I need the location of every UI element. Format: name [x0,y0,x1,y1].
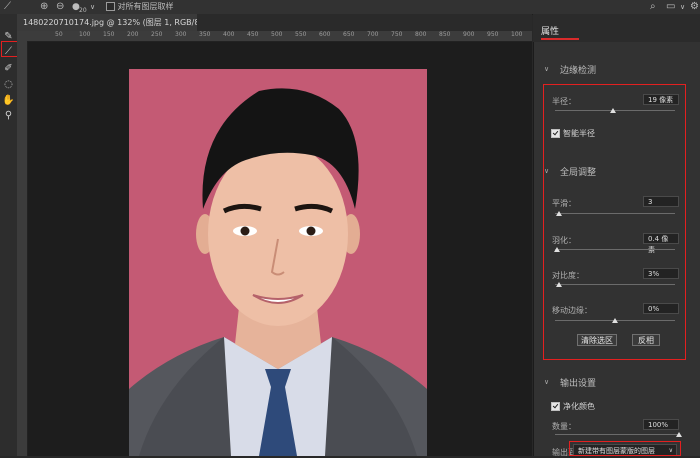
ruler-number: 350 [199,31,211,38]
output-settings-chevron-icon[interactable]: ∨ [544,378,549,386]
ruler-number: 300 [175,31,187,38]
ruler-number: 200 [127,31,139,38]
panel-title-underline [541,38,579,40]
lasso-icon[interactable]: ◌ [2,78,15,91]
window-chevron-icon[interactable]: ∨ [680,1,685,13]
output-to-highlight-box [569,441,681,456]
ruler-number: 500 [271,31,283,38]
ruler-number: 400 [223,31,235,38]
amount-slider-track[interactable] [555,434,679,435]
tab-strip [197,14,532,31]
brush-dropdown-chevron-icon[interactable]: ∨ [90,1,95,13]
ruler-number: 800 [415,31,427,38]
ruler-number: 450 [247,31,259,38]
portrait-illustration [129,69,427,456]
window-icon[interactable]: ▭ [666,1,675,13]
quick-selection-icon[interactable]: ✐ [2,62,15,75]
ruler-number: 50 [55,31,63,38]
ruler-number: 100 [511,31,523,38]
zoom-icon[interactable]: ⚲ [2,109,15,122]
search-icon[interactable]: ⌕ [650,1,656,13]
ruler-number: 850 [439,31,451,38]
document-tab-title: 1480220710174.jpg @ 132% (图层 1, RGB/8#) … [23,18,216,27]
portrait-image[interactable] [129,69,427,456]
decontaminate-colors-label: 净化颜色 [563,402,595,411]
refine-settings-highlight-box [543,84,686,360]
ruler-number: 600 [319,31,331,38]
sample-all-layers-checkbox[interactable]: 对所有图层取样 [106,1,174,13]
sample-all-layers-label: 对所有图层取样 [117,2,174,11]
settings-icon[interactable]: ⚙ [690,1,699,13]
ruler-number: 250 [151,31,163,38]
options-bar: ⟋ ⊕ ⊖ ● 20 ∨ 对所有图层取样 ⌕ ▭ ∨ ⚙ [0,0,700,15]
add-to-selection-icon[interactable]: ⊕ [40,1,48,13]
ruler-number: 550 [295,31,307,38]
hand-icon[interactable]: ✋ [2,94,15,107]
tools-panel: ✎ ⟋ ✐ ◌ ✋ ⚲ [0,14,18,456]
edge-detection-heading[interactable]: 边缘检测 [560,63,596,76]
ruler-number: 700 [367,31,379,38]
amount-input[interactable]: 100% [643,419,679,430]
amount-slider-thumb[interactable] [676,432,682,437]
brush-preset-icon[interactable]: ⟋ [4,1,11,13]
ruler-vertical [17,41,28,456]
ruler-number: 650 [343,31,355,38]
document-tab[interactable]: 1480220710174.jpg @ 132% (图层 1, RGB/8#) … [17,14,229,31]
ruler-number: 750 [391,31,403,38]
ruler-number: 900 [463,31,475,38]
ruler-number: 150 [103,31,115,38]
decontaminate-colors-checkbox[interactable] [551,402,560,411]
amount-label: 数量： [552,422,576,431]
ruler-horizontal: 50 100 150 200 250 300 350 400 450 500 550 600 650 70… [17,31,532,42]
ruler-number: 100 [79,31,91,38]
panel-title[interactable]: 属性 [541,24,559,37]
ruler-number: 950 [487,31,499,38]
subtract-from-selection-icon[interactable]: ⊖ [56,1,64,13]
output-settings-heading[interactable]: 输出设置 [560,376,596,389]
edge-detection-chevron-icon[interactable]: ∨ [544,65,549,73]
